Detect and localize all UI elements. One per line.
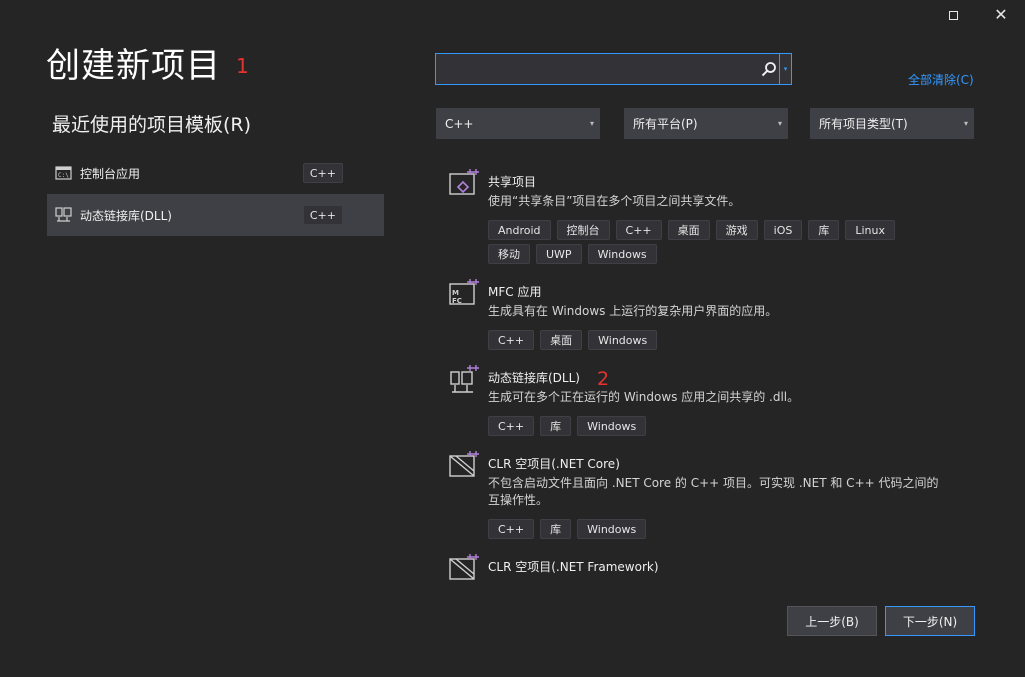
tag: Windows [577, 519, 647, 539]
svg-text:FC: FC [452, 297, 462, 305]
tag: C++ [488, 519, 535, 539]
template-tags: C++ 库 Windows [488, 416, 928, 436]
shared-project-icon [449, 169, 479, 195]
project-type-filter[interactable]: 所有项目类型(T) ▾ [810, 108, 974, 139]
dll-icon [55, 207, 72, 222]
template-description: 生成可在多个正在运行的 Windows 应用之间共享的 .dll。 [488, 390, 800, 404]
template-shared-project[interactable]: 共享项目 使用“共享条目”项目在多个项目之间共享文件。 Android 控制台 … [444, 166, 984, 276]
template-list: 共享项目 使用“共享条目”项目在多个项目之间共享文件。 Android 控制台 … [444, 166, 984, 584]
platform-filter[interactable]: 所有平台(P) ▾ [624, 108, 788, 139]
chevron-down-icon: ▾ [783, 65, 788, 73]
template-dll[interactable]: 动态链接库(DLL) 生成可在多个正在运行的 Windows 应用之间共享的 .… [444, 362, 984, 448]
window-controls: ✕ [929, 0, 1025, 30]
close-icon: ✕ [994, 5, 1008, 24]
page-title: 创建新项目 [46, 46, 221, 86]
template-tags: C++ 库 Windows [488, 519, 928, 539]
platform-filter-value: 所有平台(P) [633, 117, 698, 131]
annotation-1: 1 [236, 54, 249, 78]
template-clr-net-core[interactable]: CLR 空项目(.NET Core) 不包含启动文件且面向 .NET Core … [444, 448, 984, 551]
language-filter[interactable]: C++ ▾ [436, 108, 600, 139]
tag: iOS [763, 220, 803, 240]
console-app-icon: C:\ [55, 166, 72, 180]
template-tags: C++ 桌面 Windows [488, 330, 928, 350]
tag: C++ [615, 220, 662, 240]
annotation-2: 2 [597, 368, 610, 390]
tag: 移动 [488, 244, 530, 264]
recent-templates-list: C:\ 控制台应用 C++ 动态链接库(DLL) C++ [47, 152, 384, 236]
template-title: CLR 空项目(.NET Framework) [488, 560, 659, 574]
svg-text:C:\: C:\ [58, 172, 69, 179]
template-title: CLR 空项目(.NET Core) [488, 457, 620, 471]
tag: UWP [536, 244, 582, 264]
template-search-box: ▾ [435, 53, 792, 85]
tag: 控制台 [556, 220, 610, 240]
template-description: 使用“共享条目”项目在多个项目之间共享文件。 [488, 194, 741, 208]
tag: C++ [488, 416, 535, 436]
recent-item-dll[interactable]: 动态链接库(DLL) C++ [47, 194, 384, 236]
search-input[interactable] [436, 54, 756, 84]
mfc-app-icon: M FC [449, 279, 479, 305]
lang-chip: C++ [302, 205, 343, 225]
template-description: 生成具有在 Windows 上运行的复杂用户界面的应用。 [488, 304, 778, 318]
tag: Windows [588, 330, 658, 350]
tag: 游戏 [715, 220, 758, 240]
tag: 桌面 [667, 220, 710, 240]
clr-project-icon [449, 451, 479, 477]
chevron-down-icon: ▾ [777, 119, 782, 128]
tag: Linux [845, 220, 895, 240]
template-description: 不包含启动文件且面向 .NET Core 的 C++ 项目。可实现 .NET 和… [488, 476, 939, 507]
dll-template-icon [450, 365, 479, 393]
recent-templates-heading: 最近使用的项目模板(R) [52, 114, 252, 136]
chevron-down-icon: ▾ [963, 119, 968, 128]
close-button[interactable]: ✕ [977, 0, 1025, 30]
template-mfc-app[interactable]: M FC MFC 应用 生成具有在 Windows 上运行的复杂用户界面的应用。… [444, 276, 984, 362]
back-button[interactable]: 上一步(B) [787, 606, 877, 636]
tag: 库 [540, 519, 572, 539]
clr-framework-icon [449, 554, 479, 580]
next-button[interactable]: 下一步(N) [885, 606, 975, 636]
recent-item-label: 动态链接库(DLL) [80, 208, 172, 223]
language-filter-value: C++ [445, 116, 474, 131]
template-clr-net-framework[interactable]: CLR 空项目(.NET Framework) [444, 551, 984, 584]
template-title: 共享项目 [488, 175, 537, 189]
search-dropdown-button[interactable]: ▾ [779, 54, 791, 84]
lang-chip: C++ [302, 163, 343, 183]
maximize-icon [948, 10, 958, 20]
template-title: 动态链接库(DLL) [488, 371, 580, 385]
template-title: MFC 应用 [488, 285, 542, 299]
recent-item-console-app[interactable]: C:\ 控制台应用 C++ [47, 152, 384, 194]
search-icon[interactable] [761, 61, 777, 77]
clear-all-link[interactable]: 全部清除(C) [908, 71, 974, 88]
tag: C++ [488, 330, 535, 350]
project-type-filter-value: 所有项目类型(T) [819, 117, 908, 131]
maximize-button[interactable] [929, 0, 977, 30]
tag: 库 [540, 416, 572, 436]
template-tags: Android 控制台 C++ 桌面 游戏 iOS 库 Linux 移动 UWP… [488, 220, 928, 264]
tag: Android [488, 220, 551, 240]
svg-text:M: M [452, 289, 459, 297]
recent-item-label: 控制台应用 [80, 166, 141, 181]
tag: 库 [808, 220, 840, 240]
tag: Windows [577, 416, 647, 436]
tag: Windows [587, 244, 657, 264]
tag: 桌面 [540, 330, 583, 350]
chevron-down-icon: ▾ [589, 119, 594, 128]
